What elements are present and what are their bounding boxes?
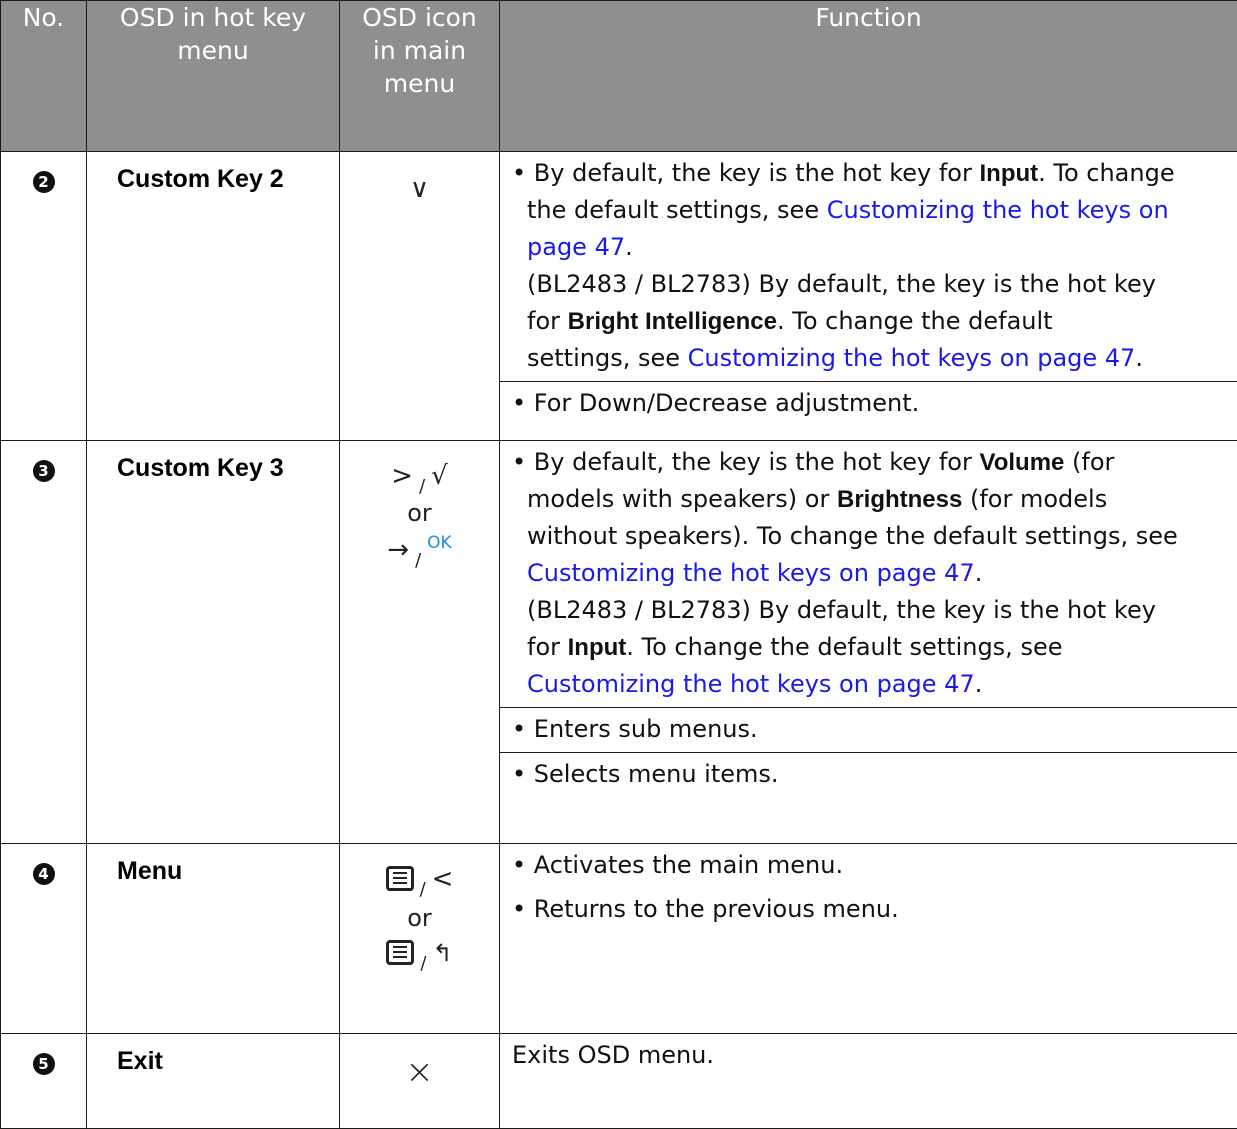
- function-item: • By default, the key is the hot key for…: [500, 152, 1237, 192]
- function-item: • Selects menu items.: [500, 752, 1237, 793]
- osd-name: Custom Key 3: [87, 441, 339, 483]
- function-line: (BL2483 / BL2783) By default, the key is…: [500, 592, 1237, 629]
- chevron-left-icon: <: [432, 864, 454, 894]
- menu-icon: [386, 866, 414, 891]
- header-row: No. OSD in hot key menu OSD icon in main…: [1, 1, 1237, 152]
- number-circle-icon: 5: [33, 1053, 55, 1075]
- osd-name: Menu: [87, 844, 339, 886]
- header-function: Function: [500, 1, 1237, 152]
- function-line: without speakers). To change the default…: [500, 518, 1237, 555]
- header-osd-hot-key-menu: OSD in hot key menu: [87, 1, 340, 152]
- header-icon-line1: OSD icon: [340, 1, 499, 34]
- function-cell: • Activates the main menu. • Returns to …: [500, 844, 1237, 1034]
- osd-icon-cell: ×: [340, 1034, 500, 1129]
- header-osd-line2: menu: [87, 34, 339, 67]
- row-number-cell: 3: [1, 441, 87, 844]
- function-line: Customizing the hot keys on page 47.: [500, 555, 1237, 592]
- osd-icon-cell: ∨: [340, 152, 500, 441]
- osd-key-table: No. OSD in hot key menu OSD icon in main…: [0, 0, 1237, 1129]
- number-circle-icon: 3: [33, 460, 55, 482]
- link-page-47[interactable]: page 47: [527, 233, 625, 261]
- link-customizing-hot-keys[interactable]: Customizing the hot keys on page 47: [527, 559, 975, 587]
- table-row: 2 Custom Key 2 ∨ • By default, the key i…: [1, 152, 1237, 441]
- back-arrow-icon: ↰: [432, 939, 452, 967]
- row-number-cell: 4: [1, 844, 87, 1034]
- osd-name: Custom Key 2: [87, 152, 339, 194]
- function-line: (BL2483 / BL2783) By default, the key is…: [500, 266, 1237, 303]
- close-icon: ×: [340, 1052, 499, 1092]
- function-item: • For Down/Decrease adjustment.: [500, 381, 1237, 422]
- osd-name-cell: Custom Key 3: [87, 441, 340, 844]
- osd-icon-cell: /< or /↰: [340, 844, 500, 1034]
- function-line: for Input. To change the default setting…: [500, 629, 1237, 666]
- function-line: Customizing the hot keys on page 47.: [500, 666, 1237, 707]
- menu-icon: [386, 940, 414, 965]
- chevron-down-icon: ∨: [340, 174, 499, 204]
- table-row: 4 Menu /< or /↰ • Activates the main men…: [1, 844, 1237, 1034]
- function-line: models with speakers) or Brightness (for…: [500, 481, 1237, 518]
- osd-name: Exit: [87, 1034, 339, 1076]
- ok-icon: OK: [427, 533, 452, 553]
- function-cell: Exits OSD menu.: [500, 1034, 1237, 1129]
- chevron-right-icon: >: [391, 461, 413, 491]
- header-icon-line2: in main: [340, 34, 499, 67]
- header-osd-line1: OSD in hot key: [87, 1, 339, 34]
- row-number-cell: 2: [1, 152, 87, 441]
- function-item: • Returns to the previous menu.: [500, 888, 1237, 928]
- function-cell: • By default, the key is the hot key for…: [500, 152, 1237, 441]
- function-line: for Bright Intelligence. To change the d…: [500, 303, 1237, 340]
- osd-name-cell: Custom Key 2: [87, 152, 340, 441]
- function-item: • Enters sub menus.: [500, 707, 1237, 752]
- header-osd-icon: OSD icon in main menu: [340, 1, 500, 152]
- or-text: or: [340, 499, 499, 527]
- number-circle-icon: 4: [33, 863, 55, 885]
- function-item: • By default, the key is the hot key for…: [500, 441, 1237, 481]
- number-circle-icon: 2: [33, 171, 55, 193]
- function-line: the default settings, see Customizing th…: [500, 192, 1237, 229]
- table-row: 3 Custom Key 3 >/√ or →/OK • By default,…: [1, 441, 1237, 844]
- arrow-right-icon: →: [387, 535, 409, 565]
- function-line: settings, see Customizing the hot keys o…: [500, 340, 1237, 381]
- function-cell: • By default, the key is the hot key for…: [500, 441, 1237, 844]
- link-customizing-hot-keys[interactable]: Customizing the hot keys on page 47: [527, 670, 975, 698]
- function-line: page 47.: [500, 229, 1237, 266]
- link-customizing-hot-keys[interactable]: Customizing the hot keys on: [827, 196, 1169, 224]
- or-text: or: [340, 904, 499, 932]
- header-icon-line3: menu: [340, 67, 499, 100]
- osd-name-cell: Menu: [87, 844, 340, 1034]
- checkmark-icon: √: [431, 461, 448, 491]
- link-customizing-hot-keys[interactable]: Customizing the hot keys on page 47: [688, 344, 1136, 372]
- header-no: No.: [1, 1, 87, 152]
- osd-name-cell: Exit: [87, 1034, 340, 1129]
- osd-icon-cell: >/√ or →/OK: [340, 441, 500, 844]
- function-item: • Activates the main menu.: [500, 844, 1237, 888]
- table-row: 5 Exit × Exits OSD menu.: [1, 1034, 1237, 1129]
- function-text: Exits OSD menu.: [500, 1034, 1237, 1074]
- row-number-cell: 5: [1, 1034, 87, 1129]
